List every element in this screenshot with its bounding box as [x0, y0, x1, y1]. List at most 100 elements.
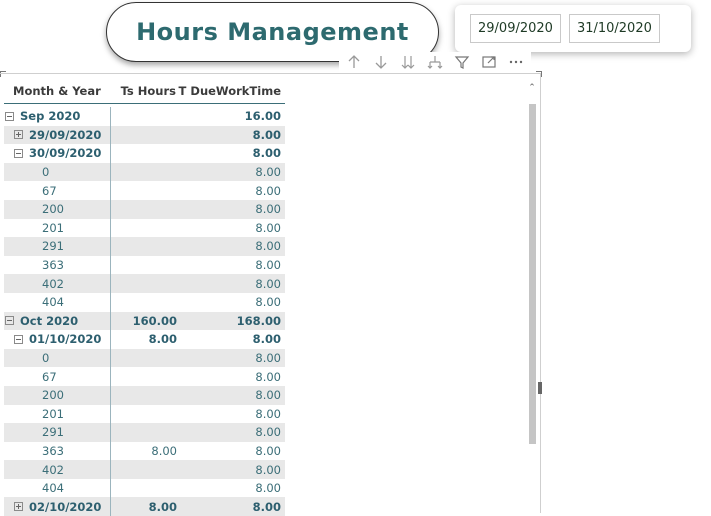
- table-row[interactable]: 404 8.00: [4, 292, 285, 312]
- row-label-cell: 01/10/2020: [4, 330, 111, 349]
- row-label: 404: [42, 481, 64, 496]
- due-work-time-cell: 8.00: [255, 183, 281, 198]
- row-label: 363: [42, 443, 64, 458]
- collapse-minus-icon[interactable]: [14, 148, 23, 158]
- table-row[interactable]: 02/10/2020 8.00 8.00: [4, 497, 285, 516]
- row-label-cell: 402: [4, 274, 111, 293]
- due-work-time-cell: 8.00: [252, 499, 281, 514]
- page-title: Hours Management: [136, 18, 409, 46]
- row-label: 291: [42, 239, 64, 254]
- table-row[interactable]: 01/10/2020 8.00 8.00: [4, 330, 285, 349]
- row-label: 200: [42, 388, 64, 403]
- row-label-cell: 0: [4, 348, 111, 368]
- row-label: 363: [42, 258, 64, 273]
- scroll-up-icon[interactable]: ⌃: [527, 82, 537, 94]
- drill-up-icon[interactable]: [343, 52, 365, 72]
- row-label: 29/09/2020: [29, 127, 102, 142]
- table-row[interactable]: 200 8.00: [4, 385, 285, 405]
- ts-hours-cell: 160.00: [132, 313, 177, 328]
- column-header-ts-hours[interactable]: Ts Hours: [110, 84, 178, 98]
- due-work-time-cell: 8.00: [255, 276, 281, 291]
- date-range-slicer: 29/09/2020 31/10/2020: [455, 5, 691, 52]
- due-work-time-cell: 8.00: [255, 165, 281, 180]
- row-label: 404: [42, 295, 64, 310]
- table-row[interactable]: 201 8.00: [4, 218, 285, 238]
- expand-plus-icon[interactable]: [14, 130, 23, 140]
- row-label: 402: [42, 462, 64, 477]
- row-label: 201: [42, 220, 64, 235]
- more-options-icon[interactable]: [505, 52, 527, 72]
- row-label: Sep 2020: [20, 109, 81, 124]
- row-label-cell: 29/09/2020: [4, 125, 111, 145]
- row-label-cell: 404: [4, 292, 111, 312]
- table-row[interactable]: 67 8.00: [4, 367, 285, 386]
- row-label-cell: 402: [4, 460, 111, 479]
- table-row[interactable]: 0 8.00: [4, 162, 285, 182]
- row-label: 201: [42, 406, 64, 421]
- ts-hours-cell: 8.00: [148, 332, 177, 347]
- expand-next-level-icon[interactable]: [397, 52, 419, 72]
- row-label: 200: [42, 202, 64, 217]
- filter-icon[interactable]: [451, 52, 473, 72]
- table-row[interactable]: 363 8.00: [4, 255, 285, 275]
- due-work-time-cell: 8.00: [255, 369, 281, 384]
- table-row[interactable]: 67 8.00: [4, 181, 285, 200]
- table-row[interactable]: 402 8.00: [4, 460, 285, 479]
- collapse-minus-icon[interactable]: [5, 111, 14, 121]
- row-label: 02/10/2020: [29, 499, 102, 514]
- row-label: 402: [42, 276, 64, 291]
- table-row[interactable]: 200 8.00: [4, 199, 285, 219]
- focus-mode-icon[interactable]: [478, 52, 500, 72]
- row-label: Oct 2020: [20, 313, 79, 328]
- due-work-time-cell: 8.00: [255, 462, 281, 477]
- row-label-cell: 363: [4, 255, 111, 275]
- table-row[interactable]: 30/09/2020 8.00: [4, 144, 285, 163]
- due-work-time-cell: 8.00: [255, 481, 281, 496]
- due-work-time-cell: 168.00: [236, 313, 281, 328]
- row-label-cell: Oct 2020: [4, 311, 111, 331]
- row-label-cell: 0: [4, 162, 111, 182]
- collapse-minus-icon[interactable]: [14, 334, 23, 344]
- ts-hours-cell: 8.00: [148, 499, 177, 514]
- due-work-time-cell: 8.00: [255, 220, 281, 235]
- row-label: 67: [42, 369, 57, 384]
- table-row[interactable]: 291 8.00: [4, 423, 285, 442]
- expand-all-icon[interactable]: [424, 52, 446, 72]
- column-header-due-work-time[interactable]: T DueWorkTime: [178, 84, 285, 98]
- due-work-time-cell: 8.00: [255, 239, 281, 254]
- due-work-time-cell: 8.00: [255, 388, 281, 403]
- table-row[interactable]: 29/09/2020 8.00: [4, 125, 285, 145]
- row-label-cell: Sep 2020: [4, 107, 111, 126]
- due-work-time-cell: 8.00: [252, 127, 281, 142]
- row-label-cell: 291: [4, 423, 111, 442]
- table-row[interactable]: 0 8.00: [4, 348, 285, 368]
- row-label-cell: 291: [4, 237, 111, 256]
- due-work-time-cell: 8.00: [255, 425, 281, 440]
- table-row[interactable]: 201 8.00: [4, 404, 285, 424]
- resize-handle[interactable]: [538, 382, 542, 394]
- table-row[interactable]: Oct 2020 160.00 168.00: [4, 311, 285, 331]
- due-work-time-cell: 8.00: [255, 443, 281, 458]
- table-row[interactable]: 402 8.00: [4, 274, 285, 293]
- vertical-scrollbar[interactable]: ⌃: [527, 82, 537, 513]
- row-label-cell: 02/10/2020: [4, 497, 111, 516]
- end-date-input[interactable]: 31/10/2020: [568, 14, 660, 43]
- due-work-time-cell: 8.00: [252, 332, 281, 347]
- row-label-cell: 201: [4, 404, 111, 424]
- row-label: 291: [42, 425, 64, 440]
- column-header-month-year[interactable]: Month & Year: [4, 78, 110, 103]
- due-work-time-cell: 8.00: [252, 146, 281, 161]
- table-row[interactable]: Sep 2020 16.00: [4, 107, 285, 126]
- expand-plus-icon[interactable]: [14, 502, 23, 512]
- table-row[interactable]: 404 8.00: [4, 478, 285, 498]
- collapse-minus-icon[interactable]: [5, 316, 14, 326]
- table-row[interactable]: 291 8.00: [4, 237, 285, 256]
- row-label: 67: [42, 183, 57, 198]
- table-row[interactable]: 363 8.00 8.00: [4, 441, 285, 461]
- start-date-input[interactable]: 29/09/2020: [470, 14, 561, 43]
- scroll-thumb[interactable]: [529, 104, 536, 444]
- row-label-cell: 67: [4, 367, 111, 386]
- drill-down-icon[interactable]: [370, 52, 392, 72]
- row-label: 0: [42, 351, 50, 366]
- row-label-cell: 404: [4, 478, 111, 498]
